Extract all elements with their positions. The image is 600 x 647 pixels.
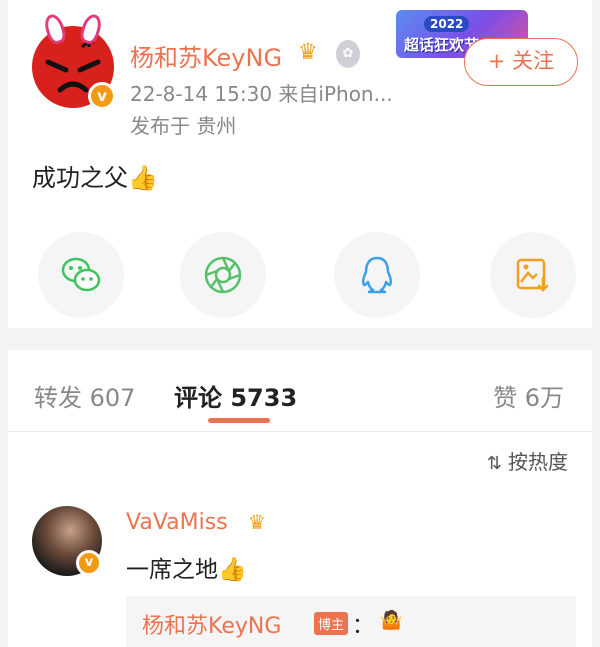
post-text: 成功之父👍 — [32, 164, 158, 192]
verified-badge: v — [88, 82, 116, 110]
commenter-name[interactable]: VaVaMiss — [126, 510, 228, 535]
shrug-emoji-icon: 🤷 — [380, 610, 403, 631]
comment-item: v VaVaMiss ♛ 一席之地👍 杨和苏KeyNG 博主 ： 🤷 — [8, 492, 592, 647]
active-tab-indicator — [208, 418, 270, 423]
verified-badge: v — [76, 550, 102, 576]
save-image-icon — [516, 258, 549, 292]
weibo-post-card: v 杨和苏KeyNG ♛ ✿ 22-8-14 15:30 来自iPhon... … — [8, 0, 592, 328]
sort-icon: ⇅ — [486, 453, 502, 474]
tab-repost[interactable]: 转发 607 — [34, 378, 135, 413]
share-wechat-button[interactable] — [38, 232, 124, 318]
author-avatar[interactable]: v — [32, 11, 116, 110]
follow-button[interactable]: + 关注 — [464, 38, 578, 86]
qq-icon — [361, 256, 393, 294]
banner-year: 2022 — [424, 16, 470, 32]
reply-author[interactable]: 杨和苏KeyNG — [142, 608, 281, 640]
medal-icon: ✿ — [336, 40, 360, 68]
reply-preview[interactable]: 杨和苏KeyNG 博主 ： 🤷 — [126, 596, 576, 647]
post-meta: 22-8-14 15:30 来自iPhon... — [130, 82, 393, 106]
moments-icon — [204, 256, 242, 294]
wechat-icon — [61, 257, 101, 292]
crown-icon: ♛ — [298, 40, 318, 65]
reply-colon: ： — [352, 614, 375, 639]
comment-text: 一席之地👍 — [126, 557, 247, 583]
save-image-button[interactable] — [490, 232, 576, 318]
share-qq-button[interactable] — [334, 232, 420, 318]
tab-like[interactable]: 赞 6万 — [493, 378, 564, 413]
post-tabs: 转发 607 评论 5733 赞 6万 — [8, 350, 592, 432]
sort-label: 按热度 — [508, 450, 568, 474]
author-name[interactable]: 杨和苏KeyNG — [130, 38, 282, 73]
tab-comment[interactable]: 评论 5733 — [174, 378, 297, 413]
share-moments-button[interactable] — [180, 232, 266, 318]
author-tag-badge: 博主 — [314, 612, 349, 635]
post-location: 发布于 贵州 — [130, 114, 237, 138]
sort-bar: ⇅ 按热度 — [8, 432, 592, 492]
crown-icon: ♛ — [248, 510, 266, 534]
sort-by-hot-button[interactable]: ⇅ 按热度 — [487, 446, 568, 475]
